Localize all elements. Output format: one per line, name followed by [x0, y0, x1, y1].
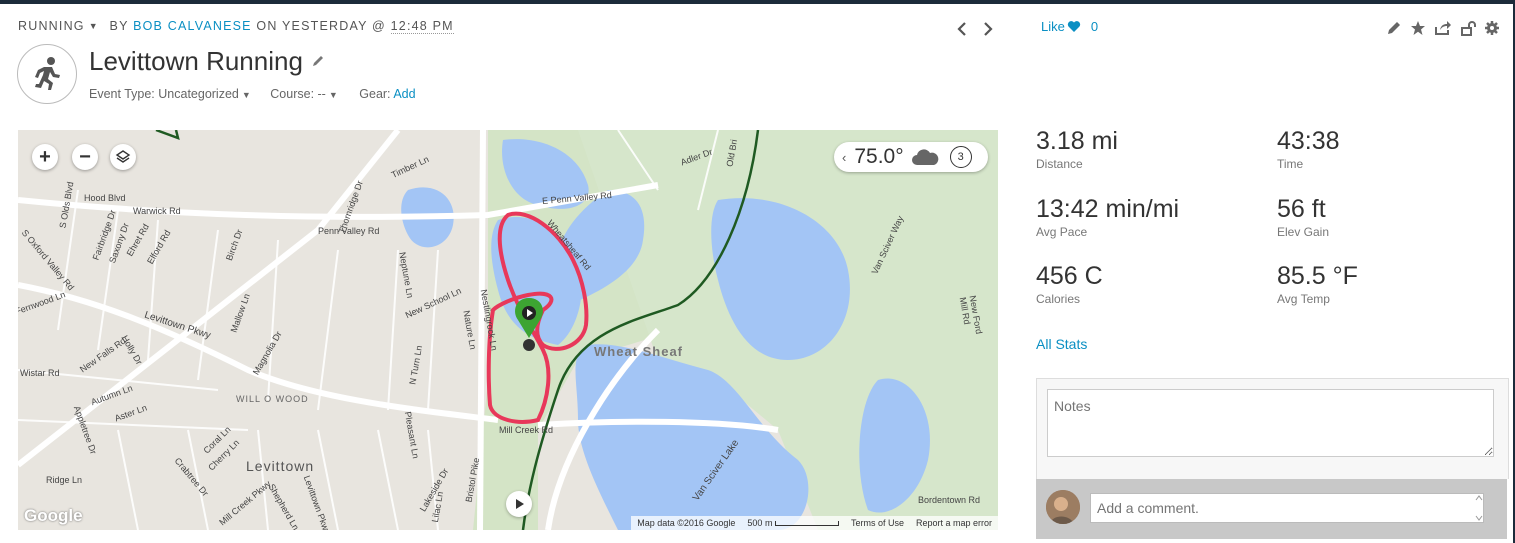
activity-meta: RUNNING ▼ BY BOB CALVANESE ON YESTERDAY @…: [18, 19, 454, 34]
zoom-out-button[interactable]: −: [72, 144, 98, 170]
stat-elev-gain: 56 ft Elev Gain: [1277, 195, 1329, 239]
like-label: Like: [1041, 19, 1065, 34]
course-dropdown[interactable]: Course: -- ▼: [270, 87, 338, 101]
stat-value: 3.18 mi: [1036, 127, 1118, 155]
comment-scrollbar[interactable]: [1474, 493, 1484, 523]
user-photo-icon: [1046, 490, 1080, 524]
author-link[interactable]: BOB CALVANESE: [133, 19, 252, 33]
layers-icon: [115, 150, 131, 163]
zoom-in-button[interactable]: +: [32, 144, 58, 170]
stat-label: Avg Pace: [1036, 225, 1088, 239]
temperature: 75.0°: [854, 145, 904, 168]
map-canvas[interactable]: [18, 130, 998, 530]
end-marker[interactable]: [523, 339, 535, 351]
avatar: [1046, 490, 1080, 524]
play-icon: [516, 499, 524, 509]
share-icon[interactable]: [1434, 20, 1452, 36]
edit-pencil-icon[interactable]: [1386, 20, 1402, 36]
stat-time: 43:38 Time: [1277, 127, 1340, 171]
activity-attributes: Event Type: Uncategorized ▼ Course: -- ▼ G…: [89, 87, 416, 101]
map-scale-label: 500 m: [747, 518, 773, 528]
top-border: [0, 0, 1515, 4]
report-map-error-link[interactable]: Report a map error: [916, 518, 992, 528]
like-count: 0: [1090, 19, 1099, 34]
course-label: Course: --: [270, 87, 326, 101]
edit-title-pencil-icon[interactable]: [311, 54, 325, 68]
stat-value: 13:42 min/mi: [1036, 195, 1180, 223]
add-gear-link[interactable]: Add: [393, 87, 415, 101]
map-scale: 500 m: [747, 518, 839, 528]
activity-type[interactable]: RUNNING: [18, 19, 85, 33]
chevron-down-icon: ▼: [328, 90, 338, 100]
activity-toolbar: [1386, 20, 1500, 36]
notes-panel: [1036, 378, 1509, 479]
cloud-icon: [911, 149, 938, 165]
map-footer: Map data ©2016 Google 500 m Terms of Use…: [631, 516, 998, 530]
stat-distance: 3.18 mi Distance: [1036, 127, 1118, 171]
stat-value: 85.5 °F: [1277, 262, 1358, 290]
stat-label: Time: [1277, 157, 1304, 171]
chevron-down-icon: ▼: [241, 90, 251, 100]
stat-label: Avg Temp: [1277, 292, 1330, 306]
map-data-credit: Map data ©2016 Google: [637, 518, 736, 528]
chevron-left-icon[interactable]: ‹: [842, 150, 846, 165]
unlock-icon[interactable]: [1460, 20, 1476, 36]
lap-number: 3: [957, 151, 964, 163]
stat-avg-pace: 13:42 min/mi Avg Pace: [1036, 195, 1179, 239]
stat-calories: 456 C Calories: [1036, 262, 1103, 306]
stat-label: Calories: [1036, 292, 1081, 306]
all-stats-link[interactable]: All Stats: [1036, 336, 1087, 352]
event-type-dropdown[interactable]: Event Type: Uncategorized ▼: [89, 87, 251, 101]
activity-type-caret-icon[interactable]: ▼: [89, 21, 99, 31]
activity-time[interactable]: 12:48 PM: [390, 19, 454, 34]
running-icon: [17, 44, 77, 104]
replay-route-button[interactable]: [506, 491, 532, 517]
stat-avg-temp: 85.5 °F Avg Temp: [1277, 262, 1358, 306]
gear-label: Gear:: [359, 87, 391, 101]
star-icon[interactable]: [1410, 20, 1426, 36]
comment-input[interactable]: [1090, 493, 1484, 523]
on-label: ON YESTERDAY @: [256, 19, 386, 33]
terms-of-use-link[interactable]: Terms of Use: [851, 518, 904, 528]
stat-label: Distance: [1036, 157, 1083, 171]
heart-icon: [1067, 21, 1081, 32]
scale-bar: [774, 521, 839, 527]
weather-widget[interactable]: ‹ 75.0° 3: [834, 142, 988, 172]
google-logo: Google: [24, 506, 83, 525]
activity-title: Levittown Running: [89, 46, 303, 76]
stat-value: 43:38: [1277, 127, 1340, 155]
like-button[interactable]: Like 0: [1041, 19, 1098, 34]
event-type-label: Event Type: Uncategorized: [89, 87, 239, 101]
stat-value: 56 ft: [1277, 195, 1326, 223]
next-activity-icon[interactable]: [981, 21, 995, 37]
map-layers-button[interactable]: [110, 144, 136, 170]
notes-field[interactable]: [1047, 389, 1494, 457]
previous-activity-icon[interactable]: [955, 21, 969, 37]
lap-counter-stopwatch-icon: 3: [949, 146, 972, 168]
route-map[interactable]: Hood Blvd Warwick Rd Penn Valley Rd E Pe…: [18, 130, 998, 530]
activity-nav: [955, 21, 995, 37]
by-label: BY: [109, 19, 129, 33]
gear-icon[interactable]: [1484, 20, 1500, 36]
comment-panel: [1036, 479, 1507, 539]
stat-value: 456 C: [1036, 262, 1103, 290]
stat-label: Elev Gain: [1277, 225, 1330, 239]
